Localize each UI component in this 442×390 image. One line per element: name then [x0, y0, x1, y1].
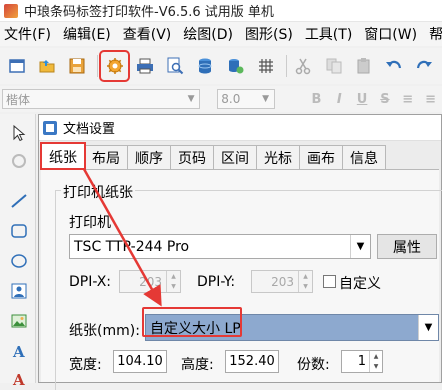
chevron-down-icon: ▼	[262, 94, 270, 104]
chevron-down-icon: ▼	[350, 235, 370, 258]
menu-bar: 文件(F) 编辑(E) 查看(V) 绘图(D) 图形(S) 工具(T) 窗口(W…	[0, 22, 442, 46]
underline-button[interactable]: U	[351, 92, 374, 107]
custom-label: 自定义	[339, 276, 381, 292]
width-label: 宽度:	[69, 357, 102, 373]
dialog-tabs: 纸张 布局 顺序 页码 区间 光标 画布 信息	[40, 142, 386, 170]
align-center-icon[interactable]: ≡	[419, 92, 442, 107]
rotate-icon[interactable]	[8, 150, 30, 172]
paper-label: 纸张(mm):	[69, 323, 140, 339]
printer-select[interactable]: TSC TTP-244 Pro ▼	[69, 234, 371, 259]
printer-label: 打印机	[69, 215, 111, 231]
ellipse-icon[interactable]	[8, 250, 30, 272]
paper-size-select[interactable]: 自定义大小 LP ▼	[145, 314, 439, 341]
menu-file[interactable]: 文件(F)	[4, 24, 51, 44]
menu-help[interactable]: 帮	[429, 24, 442, 44]
copies-value: 1	[357, 354, 366, 369]
height-input[interactable]: 152.40	[225, 350, 279, 373]
tab-info[interactable]: 信息	[342, 145, 386, 169]
toolbar-separator	[285, 55, 287, 77]
rectangle-icon[interactable]	[8, 220, 30, 242]
copies-label: 份数:	[297, 357, 330, 373]
cut-icon[interactable]	[291, 53, 316, 79]
menu-tools[interactable]: 工具(T)	[305, 24, 352, 44]
tab-cursor[interactable]: 光标	[256, 145, 300, 169]
undo-icon[interactable]	[382, 53, 407, 79]
width-input[interactable]: 104.10	[113, 350, 167, 373]
main-toolbar	[0, 48, 442, 84]
menu-edit[interactable]: 编辑(E)	[63, 24, 111, 44]
paste-icon[interactable]	[351, 53, 376, 79]
document-settings-dialog-icon	[43, 120, 57, 135]
image-icon[interactable]	[8, 280, 30, 302]
line-icon[interactable]	[8, 190, 30, 212]
font-toolbar: 楷体 ▼ 8.0 ▼ B I U S ≡ ≡	[0, 86, 442, 112]
tab-canvas[interactable]: 画布	[299, 145, 343, 169]
align-left-icon[interactable]: ≡	[396, 92, 419, 107]
stepper-arrows-icon: ▲ ▼	[369, 351, 382, 372]
menu-window[interactable]: 窗口(W)	[364, 24, 417, 44]
open-icon[interactable]	[34, 53, 59, 79]
dpi-y-value: 203	[271, 274, 294, 289]
dpi-x-value: 203	[139, 274, 162, 289]
database-settings-icon[interactable]	[223, 53, 248, 79]
menu-draw[interactable]: 绘图(D)	[183, 24, 233, 44]
dialog-title-bar: 文档设置	[39, 115, 441, 141]
app-logo-icon	[4, 3, 18, 18]
font-family-select[interactable]: 楷体 ▼	[2, 89, 201, 109]
dpi-x-stepper[interactable]: 203 ▲ ▼	[119, 270, 181, 293]
text-icon[interactable]: A	[8, 340, 30, 362]
window-title: 中琅条码标签打印软件-V6.5.6 试用版 单机	[24, 5, 274, 20]
stepper-arrows-icon: ▲ ▼	[166, 271, 180, 292]
font-family-value: 楷体	[6, 92, 31, 107]
chevron-down-icon: ▼	[418, 315, 438, 340]
select-arrow-icon[interactable]	[8, 122, 30, 144]
copies-stepper[interactable]: 1 ▲ ▼	[341, 350, 383, 373]
picture-icon[interactable]	[8, 310, 30, 332]
bold-button[interactable]: B	[305, 92, 328, 107]
height-label: 高度:	[181, 357, 214, 373]
printer-value: TSC TTP-244 Pro	[74, 238, 190, 255]
italic-button[interactable]: I	[328, 92, 351, 107]
dpi-y-label: DPI-Y:	[197, 274, 236, 290]
font-size-value: 8.0	[221, 92, 241, 106]
menu-shape[interactable]: 图形(S)	[245, 24, 293, 44]
paper-size-value: 自定义大小 LP	[150, 320, 241, 337]
custom-checkbox[interactable]	[323, 275, 336, 288]
tab-range[interactable]: 区间	[213, 145, 257, 169]
tab-page-number[interactable]: 页码	[170, 145, 214, 169]
title-bar: 中琅条码标签打印软件-V6.5.6 试用版 单机	[0, 0, 442, 22]
paper-tab-panel: 打印机纸张 打印机 TSC TTP-244 Pro ▼ 属性 DPI-X: 20…	[41, 169, 442, 390]
tab-layout[interactable]: 布局	[84, 145, 128, 169]
stepper-arrows-icon: ▲ ▼	[298, 271, 312, 292]
print-preview-icon[interactable]	[162, 53, 187, 79]
tab-paper[interactable]: 纸张	[40, 142, 86, 170]
tab-order[interactable]: 顺序	[127, 145, 171, 169]
properties-button[interactable]: 属性	[377, 234, 437, 259]
document-settings-dialog: 文档设置 纸张 布局 顺序 页码 区间 光标 画布 信息 打印机纸张 打印机 T…	[38, 114, 442, 390]
redo-icon[interactable]	[412, 53, 437, 79]
save-icon[interactable]	[65, 53, 90, 79]
dpi-y-stepper[interactable]: 203 ▲ ▼	[251, 270, 313, 293]
grid-icon[interactable]	[253, 53, 278, 79]
rich-text-icon[interactable]: A	[8, 368, 30, 390]
new-icon[interactable]	[4, 53, 29, 79]
printer-paper-group-label: 打印机纸张	[61, 182, 135, 202]
menu-view[interactable]: 查看(V)	[123, 24, 172, 44]
svg-text:A: A	[12, 343, 25, 360]
svg-text:A: A	[12, 371, 25, 388]
dialog-title: 文档设置	[63, 122, 116, 137]
toolbar-separator	[96, 55, 98, 77]
chevron-down-icon: ▼	[187, 94, 195, 104]
font-size-select[interactable]: 8.0 ▼	[217, 89, 275, 109]
left-toolbar: A A	[0, 114, 36, 388]
copy-icon[interactable]	[321, 53, 346, 79]
print-icon[interactable]	[132, 53, 157, 79]
database-icon[interactable]	[193, 53, 218, 79]
dpi-x-label: DPI-X:	[69, 274, 112, 290]
strikethrough-button[interactable]: S	[374, 92, 397, 107]
document-settings-icon[interactable]	[98, 50, 131, 82]
